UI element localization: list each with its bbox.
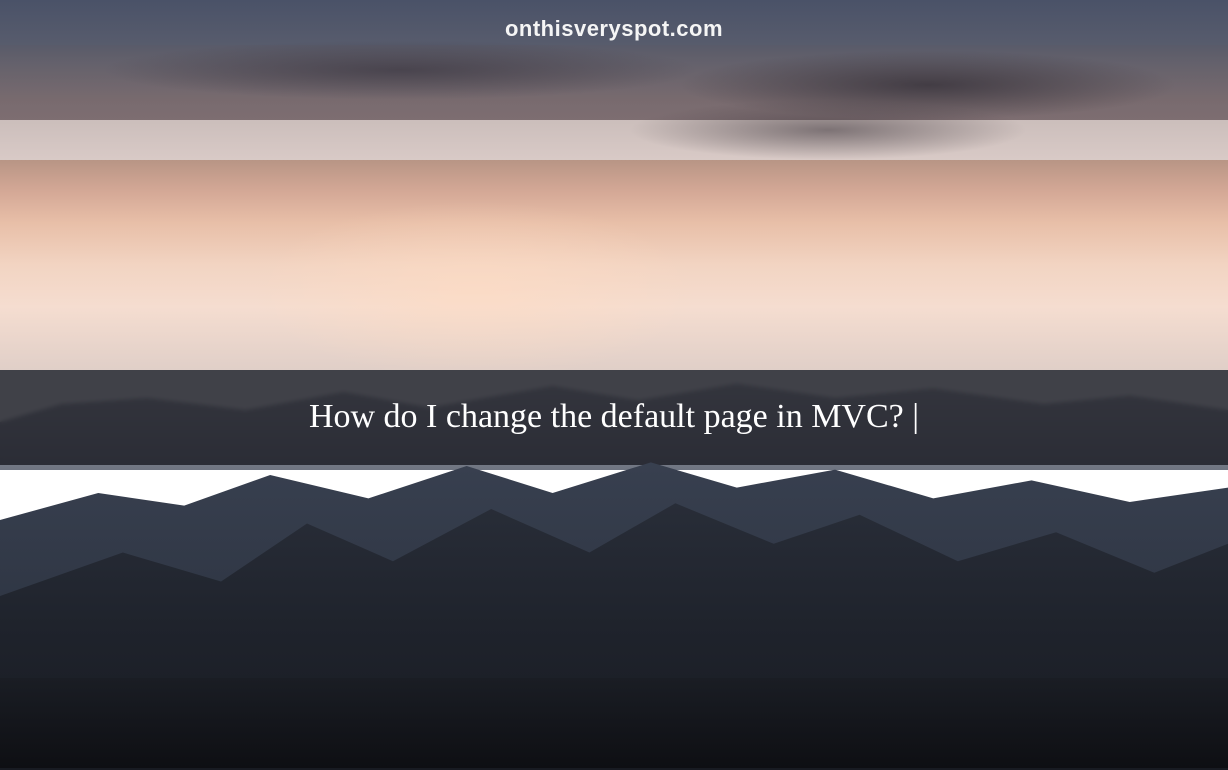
cloud-shape — [628, 100, 1028, 160]
foreground-dark-layer — [0, 678, 1228, 768]
website-url-header: onthisveryspot.com — [505, 16, 723, 42]
cloud-shape — [100, 40, 700, 100]
sunset-glow — [250, 200, 700, 380]
page-title: How do I change the default page in MVC?… — [61, 398, 1166, 436]
background-image — [0, 0, 1228, 768]
